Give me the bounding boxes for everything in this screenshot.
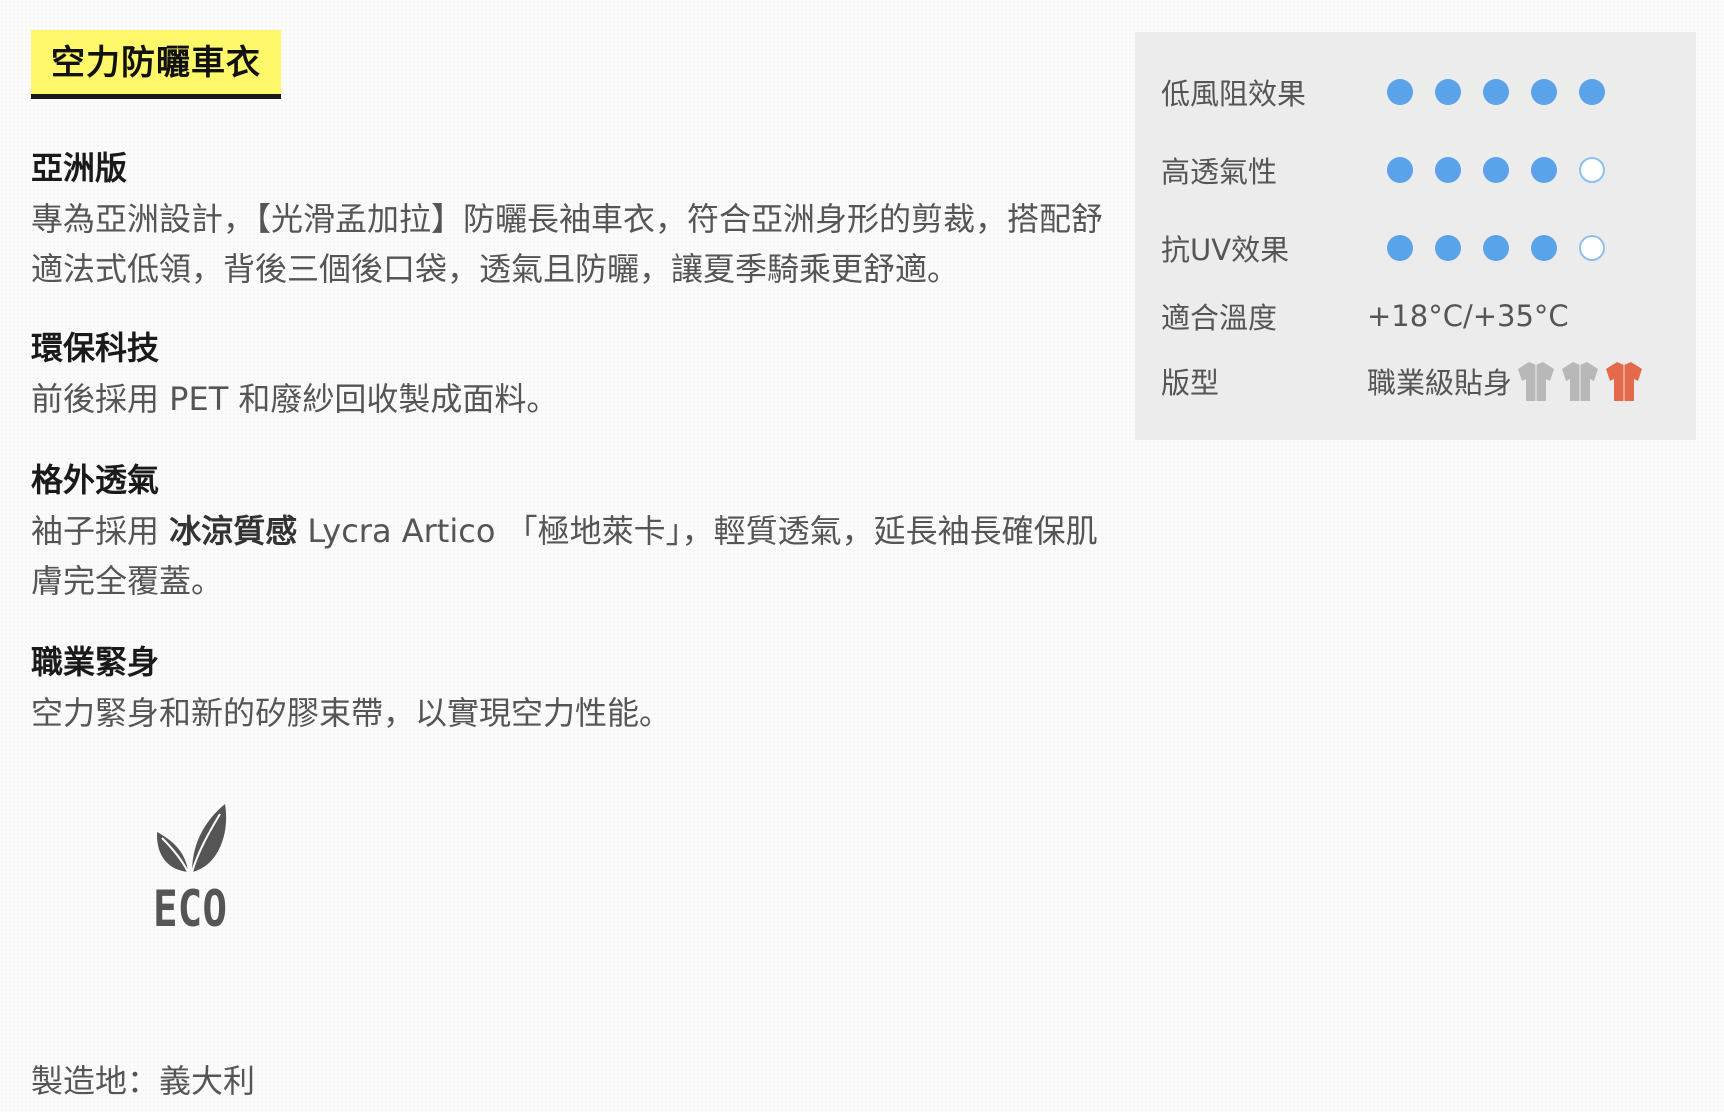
rating-dot-filled xyxy=(1579,79,1605,105)
section-asian-fit: 亞洲版 專為亞洲設計，【光滑孟加拉】防曬長袖車衣，符合亞洲身形的剪裁，搭配舒適法… xyxy=(31,148,1111,294)
rating-dot-filled xyxy=(1435,157,1461,183)
section-body: 前後採用 PET 和廢紗回收製成面料。 xyxy=(31,379,559,418)
rating-dots xyxy=(1387,79,1605,105)
section-body: 空力緊身和新的矽膠束帶，以實現空力性能。 xyxy=(31,693,672,732)
fit-value: 職業級貼身 xyxy=(1367,366,1513,400)
section-pro-fit: 職業緊身 空力緊身和新的矽膠束帶，以實現空力性能。 xyxy=(31,642,1111,738)
rating-dots xyxy=(1387,235,1605,261)
temperature-value: +18°C/+35°C xyxy=(1367,299,1569,333)
spec-panel: 低風阻效果 高透氣性 抗UV效果 適合溫度 +18°C/+35°C 版型 職業級… xyxy=(1135,32,1696,440)
rating-dot-filled xyxy=(1483,235,1509,261)
spec-label: 低風阻效果 xyxy=(1161,77,1307,111)
spec-row-breathability: 高透氣性 xyxy=(1161,145,1681,195)
product-description: 空力防曬車衣 亞洲版 專為亞洲設計，【光滑孟加拉】防曬長袖車衣，符合亞洲身形的剪… xyxy=(31,30,1111,732)
spec-label: 適合溫度 xyxy=(1161,301,1278,335)
section-heading: 亞洲版 xyxy=(31,149,128,187)
rating-dot-filled xyxy=(1531,235,1557,261)
spec-label: 抗UV效果 xyxy=(1161,233,1290,267)
rating-dot-filled xyxy=(1483,157,1509,183)
section-body: 專為亞洲設計，【光滑孟加拉】防曬長袖車衣，符合亞洲身形的剪裁，搭配舒適法式低領，… xyxy=(31,199,1104,288)
rating-dot-empty xyxy=(1579,157,1605,183)
section-heading: 環保科技 xyxy=(31,329,160,367)
spec-row-temperature: 適合溫度 +18°C/+35°C xyxy=(1161,291,1681,341)
eco-badge: ECO xyxy=(150,800,230,938)
spec-row-fit: 版型 職業級貼身 xyxy=(1161,356,1681,406)
spec-label: 高透氣性 xyxy=(1161,155,1278,189)
rating-dots xyxy=(1387,157,1605,183)
rating-dot-filled xyxy=(1387,157,1413,183)
section-eco-tech: 環保科技 前後採用 PET 和廢紗回收製成面料。 xyxy=(31,328,1111,424)
jersey-icon xyxy=(1562,362,1599,401)
section-heading: 格外透氣 xyxy=(31,461,160,499)
eco-label: ECO xyxy=(153,880,227,930)
spec-label: 版型 xyxy=(1161,366,1220,400)
spec-row-uv-protection: 抗UV效果 xyxy=(1161,223,1681,273)
leaf-icon: ECO xyxy=(153,804,227,938)
rating-dot-filled xyxy=(1387,79,1413,105)
jersey-icon xyxy=(1606,362,1643,401)
rating-dot-filled xyxy=(1531,79,1557,105)
product-title: 空力防曬車衣 xyxy=(31,30,281,99)
section-body-prefix: 袖子採用 xyxy=(31,511,170,550)
rating-dot-filled xyxy=(1531,157,1557,183)
rating-dot-empty xyxy=(1579,235,1605,261)
rating-dot-filled xyxy=(1483,79,1509,105)
section-body: 袖子採用 冰涼質感 Lycra Artico 「極地萊卡」，輕質透氣，延長袖長確… xyxy=(31,506,1111,606)
origin-label: 製造地：義大利 xyxy=(31,1062,256,1100)
spec-row-wind-resistance: 低風阻效果 xyxy=(1161,67,1681,117)
rating-dot-filled xyxy=(1435,79,1461,105)
section-body-highlight: 冰涼質感 xyxy=(169,511,298,550)
fit-icons xyxy=(1516,359,1644,403)
jersey-icon xyxy=(1518,362,1555,401)
section-breathable: 格外透氣 袖子採用 冰涼質感 Lycra Artico 「極地萊卡」，輕質透氣，… xyxy=(31,460,1111,606)
section-heading: 職業緊身 xyxy=(31,643,160,681)
rating-dot-filled xyxy=(1435,235,1461,261)
rating-dot-filled xyxy=(1387,235,1413,261)
